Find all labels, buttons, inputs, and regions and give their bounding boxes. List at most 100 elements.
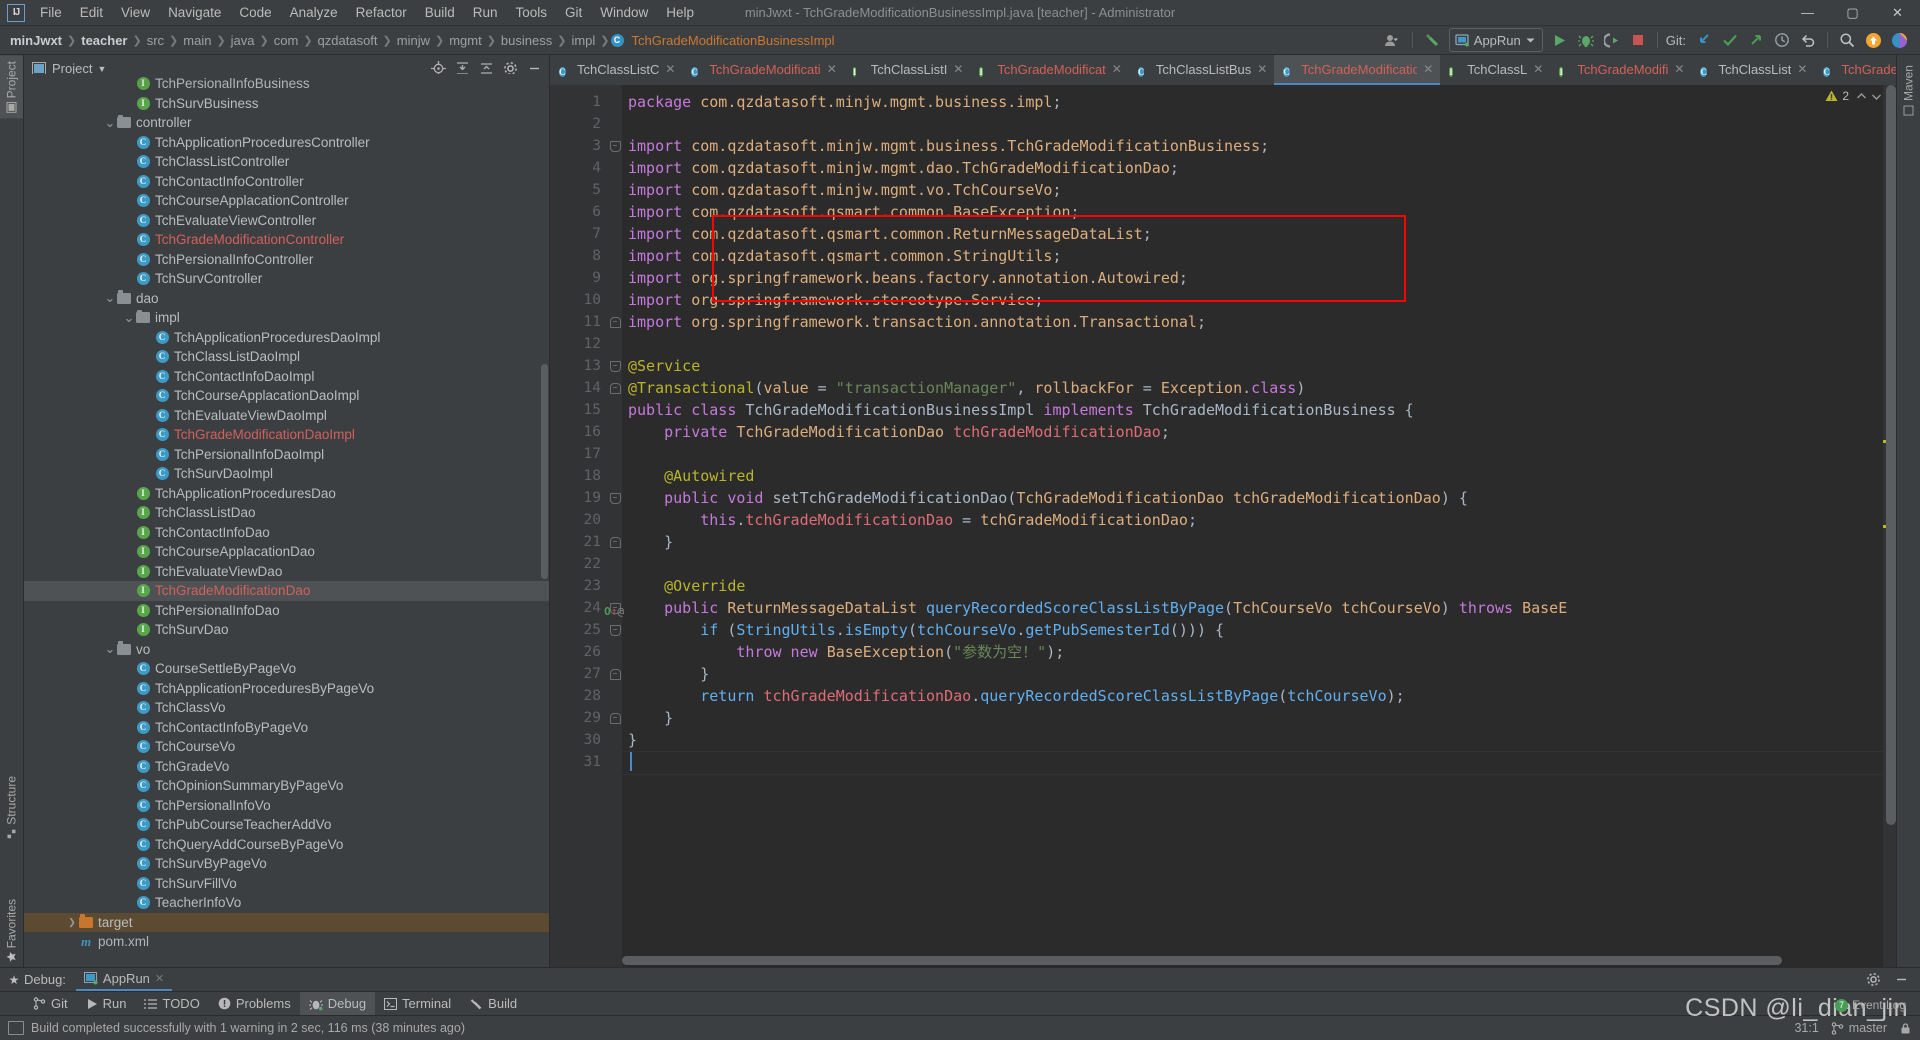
ai-assistant-icon[interactable]: [1886, 29, 1912, 51]
code-fold-handle[interactable]: −: [608, 311, 622, 333]
tree-node[interactable]: C TchGradeVo: [24, 757, 549, 777]
close-icon[interactable]: ✕: [155, 972, 164, 985]
tool-window-tab-build[interactable]: Build: [460, 992, 526, 1015]
code-fold-handle[interactable]: −: [608, 663, 622, 685]
push-icon[interactable]: [1743, 29, 1769, 51]
code-line[interactable]: @Autowired: [622, 465, 1883, 487]
horizontal-scrollbar[interactable]: [622, 956, 1882, 965]
tree-node[interactable]: I TchClassListDao: [24, 503, 549, 523]
menu-help[interactable]: Help: [657, 2, 703, 23]
tree-node[interactable]: C TchApplicationProceduresController: [24, 133, 549, 153]
close-button[interactable]: ✕: [1875, 0, 1920, 25]
tool-window-tab-run[interactable]: Run: [77, 992, 136, 1015]
tree-node[interactable]: ⌄ controller: [24, 113, 549, 133]
menu-edit[interactable]: Edit: [71, 2, 112, 23]
tree-node[interactable]: C TchContactInfoController: [24, 172, 549, 192]
tree-node[interactable]: C TchCourseApplacationController: [24, 191, 549, 211]
chevron-down-icon[interactable]: ⌄: [104, 291, 116, 304]
lock-icon[interactable]: [1899, 1022, 1912, 1035]
chevron-down-icon[interactable]: ▼: [97, 64, 106, 74]
breadcrumb-minjwxt[interactable]: minJwxt: [6, 32, 66, 49]
tree-node[interactable]: C TchClassListController: [24, 152, 549, 172]
menu-git[interactable]: Git: [556, 2, 591, 23]
debug-session-tab[interactable]: AppRun ✕: [75, 968, 173, 991]
chevron-right-icon[interactable]: ❯: [66, 917, 78, 928]
sidebar-item-project[interactable]: Project: [0, 55, 23, 119]
stop-icon[interactable]: [1625, 29, 1651, 51]
menu-code[interactable]: Code: [230, 2, 280, 23]
tree-node[interactable]: C TchSurvFillVo: [24, 874, 549, 894]
tree-node[interactable]: I TchEvaluateViewDao: [24, 562, 549, 582]
tree-node[interactable]: I TchSurvBusiness: [24, 94, 549, 114]
code-line[interactable]: package com.qzdatasoft.minjw.mgmt.busine…: [622, 91, 1883, 113]
close-icon[interactable]: ✕: [827, 62, 837, 76]
code-line[interactable]: import com.qzdatasoft.minjw.mgmt.dao.Tch…: [622, 157, 1883, 179]
editor-tab[interactable]: C TchClassListBus ✕: [1129, 55, 1274, 85]
code-line[interactable]: }: [622, 729, 1883, 751]
run-configuration-selector[interactable]: AppRun: [1448, 28, 1543, 52]
editor-tab[interactable]: C TchClassListC ✕: [550, 55, 682, 85]
editor-tab[interactable]: I TchGradeModifi ✕: [1550, 55, 1691, 85]
breadcrumb-teacher[interactable]: teacher: [77, 32, 131, 49]
code-fold-handle[interactable]: −: [608, 377, 622, 399]
update-project-icon[interactable]: [1691, 29, 1717, 51]
user-avatar-icon[interactable]: [1380, 29, 1406, 51]
tree-node[interactable]: ⌄ impl: [24, 308, 549, 328]
tree-node[interactable]: I TchPersionalInfoBusiness: [24, 74, 549, 94]
commit-icon[interactable]: [1717, 29, 1743, 51]
code-line[interactable]: public ReturnMessageDataList queryRecord…: [622, 597, 1883, 619]
breadcrumb-src[interactable]: src: [143, 32, 168, 49]
code-line[interactable]: @Transactional(value = "transactionManag…: [622, 377, 1883, 399]
tree-node[interactable]: C TchPersionalInfoDaoImpl: [24, 445, 549, 465]
code-line[interactable]: }: [622, 531, 1883, 553]
code-line[interactable]: [622, 113, 1883, 135]
code-line[interactable]: [622, 333, 1883, 355]
code-fold-handle[interactable]: −: [608, 487, 622, 509]
code-line[interactable]: @Service: [622, 355, 1883, 377]
editor-tab[interactable]: C TchClassList ✕: [1691, 55, 1814, 85]
close-icon[interactable]: ✕: [1112, 62, 1122, 76]
run-with-coverage-icon[interactable]: [1599, 29, 1625, 51]
error-stripe-marker-bar[interactable]: [1883, 85, 1896, 967]
tree-node[interactable]: C CourseSettleByPageVo: [24, 659, 549, 679]
breadcrumb-impl[interactable]: impl: [567, 32, 599, 49]
code-line[interactable]: [622, 553, 1883, 575]
code-fold-handle[interactable]: −: [608, 355, 622, 377]
tree-node[interactable]: ⌄ dao: [24, 289, 549, 309]
menu-tools[interactable]: Tools: [507, 2, 557, 23]
tree-node[interactable]: C TchSurvController: [24, 269, 549, 289]
tree-node[interactable]: C TchCourseVo: [24, 737, 549, 757]
tree-scrollbar[interactable]: [541, 364, 548, 579]
tree-node[interactable]: C TchGradeModificationDaoImpl: [24, 425, 549, 445]
menu-build[interactable]: Build: [416, 2, 464, 23]
code-fold-handle[interactable]: −: [608, 707, 622, 729]
editor-tab[interactable]: CTchGradeModification✕: [1274, 55, 1441, 85]
tree-node[interactable]: I TchContactInfoDao: [24, 523, 549, 543]
tree-node[interactable]: C TchContactInfoDaoImpl: [24, 367, 549, 387]
code-line[interactable]: import com.qzdatasoft.qsmart.common.Retu…: [622, 223, 1883, 245]
code-line[interactable]: [622, 443, 1883, 465]
event-log-widget[interactable]: 7 Event Log: [1834, 998, 1906, 1012]
code-line[interactable]: public void setTchGradeModificationDao(T…: [622, 487, 1883, 509]
git-branch-widget[interactable]: master: [1831, 1021, 1887, 1035]
breadcrumb-minjw[interactable]: minjw: [393, 32, 434, 49]
code-line[interactable]: private TchGradeModificationDao tchGrade…: [622, 421, 1883, 443]
tree-node[interactable]: I TchApplicationProceduresDao: [24, 484, 549, 504]
chevron-down-icon[interactable]: ⌄: [123, 311, 135, 324]
tree-node[interactable]: m pom.xml: [24, 932, 549, 952]
project-tree[interactable]: I TchPersionalInfoBusiness I TchSurvBusines…: [24, 74, 549, 967]
code-line[interactable]: import org.springframework.transaction.a…: [622, 311, 1883, 333]
breadcrumb-qzdatasoft[interactable]: qzdatasoft: [314, 32, 382, 49]
ide-update-icon[interactable]: [1860, 29, 1886, 51]
close-icon[interactable]: ✕: [665, 62, 675, 76]
tree-node[interactable]: C TchGradeModificationController: [24, 230, 549, 250]
code-line[interactable]: this.tchGradeModificationDao = tchGradeM…: [622, 509, 1883, 531]
chevron-down-icon[interactable]: ⌄: [104, 642, 116, 655]
code-line[interactable]: if (StringUtils.isEmpty(tchCourseVo.getP…: [622, 619, 1883, 641]
menu-run[interactable]: Run: [464, 2, 507, 23]
hammer-build-icon[interactable]: [1419, 29, 1445, 51]
inspection-status[interactable]: 2: [1825, 89, 1882, 103]
code-line[interactable]: import com.qzdatasoft.qsmart.common.Base…: [622, 201, 1883, 223]
editor-tab[interactable]: CTchGradeModification✕: [1814, 55, 1896, 85]
close-icon[interactable]: ✕: [1797, 62, 1807, 76]
